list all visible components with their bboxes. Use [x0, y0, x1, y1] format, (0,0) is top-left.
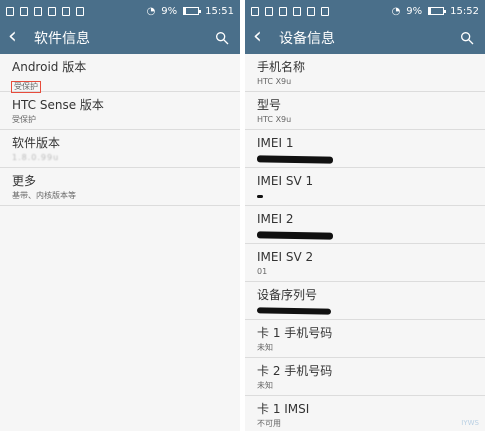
list-item-title: IMEI SV 2 [257, 250, 314, 264]
list-item-imei-1[interactable]: IMEI 1 [245, 130, 485, 168]
notification-icon [48, 6, 56, 16]
notification-icon [307, 6, 315, 16]
status-icons-right: ◔ 9% 15:51 [147, 6, 234, 17]
software-info-screen: ◔ 9% 15:51 ‹ 软件信息 Android 版本 受保护 HTC Sen… [0, 0, 240, 431]
list-item-subtitle: 01 [257, 267, 268, 276]
list-item-title: IMEI 1 [257, 136, 294, 150]
notification-icon [279, 6, 287, 16]
notification-icon [76, 6, 84, 16]
status-time: 15:51 [205, 5, 234, 17]
list-item-subtitle: 不可用 [257, 419, 281, 428]
list-item-subtitle: 受保护 [11, 81, 41, 93]
list-item-title: 设备序列号 [257, 288, 318, 302]
wifi-icon: ◔ [391, 5, 401, 17]
status-icons-right: ◔ 9% 15:52 [392, 6, 479, 17]
notification-icon [62, 6, 70, 16]
battery-percent: 9% [161, 5, 178, 17]
list-item-subtitle: 未知 [257, 381, 273, 390]
search-icon[interactable] [459, 30, 475, 46]
list-item-title: 卡 1 手机号码 [257, 326, 333, 340]
list-item-title: HTC Sense 版本 [12, 98, 104, 112]
battery-icon [428, 7, 447, 15]
list-item-subtitle: 基带、内核版本等 [12, 191, 76, 200]
notification-icon [293, 6, 301, 16]
list-item-phone-name[interactable]: 手机名称 HTC X9u [245, 54, 485, 92]
list-item-subtitle: HTC X9u [257, 115, 292, 124]
redaction-mark [256, 231, 334, 240]
list-item-title: IMEI SV 1 [257, 174, 314, 188]
list-item-subtitle: HTC X9u [257, 77, 292, 86]
redaction-mark [256, 155, 334, 164]
software-info-list: Android 版本 受保护 HTC Sense 版本 受保护 软件版本 1.8… [0, 54, 240, 206]
list-item-title: 卡 1 IMSI [257, 402, 310, 416]
list-item-title: 卡 2 手机号码 [257, 364, 333, 378]
status-time: 15:52 [450, 5, 479, 17]
status-bar: ◔ 9% 15:52 [245, 0, 485, 22]
watermark-logo: IYWS [461, 419, 479, 427]
list-item-title: Android 版本 [12, 60, 87, 74]
back-icon[interactable]: ‹ [8, 26, 24, 48]
battery-percent: 9% [406, 5, 423, 17]
status-icons-left [6, 6, 84, 16]
notification-icon [321, 6, 329, 16]
battery-icon [183, 7, 202, 15]
list-item-android-version[interactable]: Android 版本 受保护 [0, 54, 240, 93]
list-item-imei-2[interactable]: IMEI 2 [245, 206, 485, 244]
app-bar: ‹ 软件信息 [0, 22, 240, 54]
notification-icon [34, 6, 42, 16]
notification-icon [6, 6, 14, 16]
status-bar: ◔ 9% 15:51 [0, 0, 240, 22]
list-item-title: 软件版本 [12, 136, 61, 150]
list-item-sim1-imsi[interactable]: 卡 1 IMSI 不可用 [245, 396, 485, 431]
list-item-model[interactable]: 型号 HTC X9u [245, 92, 485, 130]
list-item-sim1-phone-number[interactable]: 卡 1 手机号码 未知 [245, 320, 485, 358]
redaction-mark [256, 194, 264, 199]
list-item-more[interactable]: 更多 基带、内核版本等 [0, 168, 240, 206]
search-icon[interactable] [214, 30, 230, 46]
status-icons-left [251, 6, 329, 16]
back-icon[interactable]: ‹ [253, 26, 269, 48]
page-title: 设备信息 [279, 31, 335, 47]
device-info-screen: ◔ 9% 15:52 ‹ 设备信息 手机名称 HTC X9u 型号 HTC X9… [245, 0, 485, 431]
list-item-subtitle: 1.8.0.99u [12, 153, 60, 162]
wifi-icon: ◔ [146, 5, 156, 17]
app-bar: ‹ 设备信息 [245, 22, 485, 54]
redaction-mark [256, 307, 332, 315]
list-item-title: 型号 [257, 98, 282, 112]
list-item-sim2-phone-number[interactable]: 卡 2 手机号码 未知 [245, 358, 485, 396]
list-item-title: 更多 [12, 174, 37, 188]
list-item-serial-number[interactable]: 设备序列号 [245, 282, 485, 320]
list-item-title: IMEI 2 [257, 212, 294, 226]
list-item-subtitle: 未知 [257, 343, 273, 352]
list-item-htc-sense-version[interactable]: HTC Sense 版本 受保护 [0, 92, 240, 130]
notification-icon [265, 6, 273, 16]
device-info-list: 手机名称 HTC X9u 型号 HTC X9u IMEI 1 IMEI SV 1… [245, 54, 485, 431]
notification-icon [251, 6, 259, 16]
list-item-subtitle: 受保护 [12, 115, 36, 124]
list-item-imei-sv-1[interactable]: IMEI SV 1 [245, 168, 485, 206]
page-title: 软件信息 [34, 31, 90, 47]
list-item-imei-sv-2[interactable]: IMEI SV 2 01 [245, 244, 485, 282]
notification-icon [20, 6, 28, 16]
list-item-software-version[interactable]: 软件版本 1.8.0.99u [0, 130, 240, 168]
list-item-title: 手机名称 [257, 60, 306, 74]
